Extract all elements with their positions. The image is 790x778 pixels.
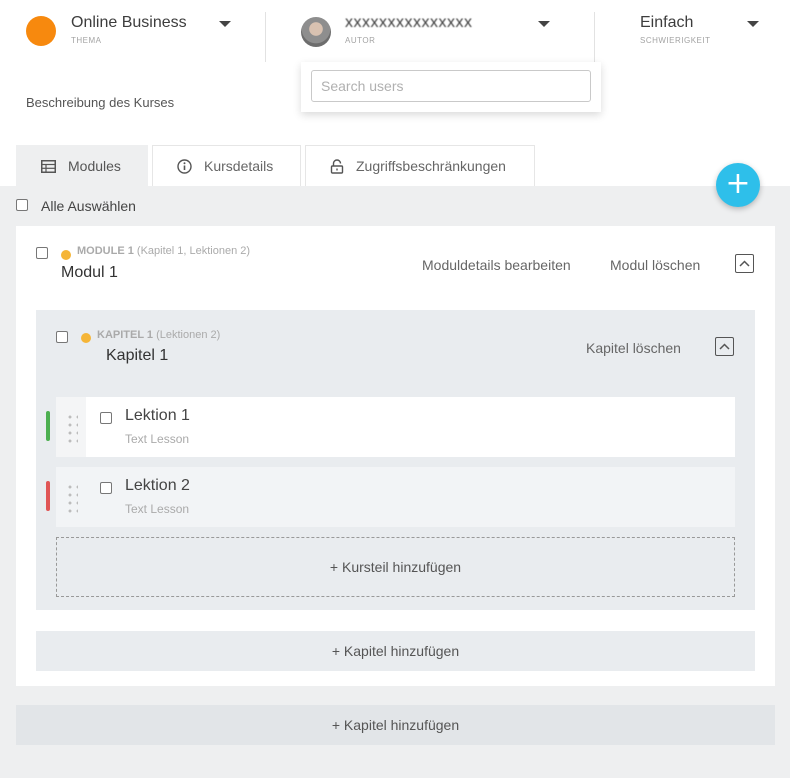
plus-icon: + bbox=[725, 166, 751, 201]
chapter-tag: KAPITEL 1 bbox=[97, 329, 154, 341]
lock-icon bbox=[330, 158, 344, 174]
course-description[interactable]: Beschreibung des Kurses bbox=[26, 95, 174, 110]
module-status-dot bbox=[61, 250, 71, 260]
chapter-status-dot bbox=[81, 333, 91, 343]
chapter-title[interactable]: Kapitel 1 bbox=[106, 347, 168, 365]
chapter-counts: (Lektionen 2) bbox=[156, 329, 221, 341]
lesson-type: Text Lesson bbox=[125, 432, 190, 446]
tab-zugriffsbeschraenkungen[interactable]: Zugriffsbeschränkungen bbox=[305, 145, 535, 186]
tab-kursdetails[interactable]: Kursdetails bbox=[152, 145, 301, 186]
theme-label: THEMA bbox=[71, 36, 102, 45]
lesson-type: Text Lesson bbox=[125, 502, 190, 516]
select-all-checkbox[interactable] bbox=[16, 199, 28, 211]
info-icon bbox=[177, 158, 192, 174]
avatar bbox=[301, 17, 331, 47]
theme-color-dot bbox=[26, 16, 56, 46]
table-icon bbox=[41, 159, 56, 173]
module-collapse-button[interactable] bbox=[735, 254, 754, 273]
lesson-item[interactable]: Lektion 2 Text Lesson bbox=[56, 467, 735, 527]
module-counts: (Kapitel 1, Lektionen 2) bbox=[136, 245, 251, 257]
user-search-dropdown bbox=[301, 62, 601, 112]
module-meta: MODULE 1 (Kapitel 1, Lektionen 2) bbox=[77, 245, 250, 257]
add-chapter-button[interactable]: + Kapitel hinzufügen bbox=[36, 631, 755, 671]
chapter-meta: KAPITEL 1 (Lektionen 2) bbox=[97, 329, 220, 341]
difficulty-value: Einfach bbox=[640, 14, 694, 31]
drag-dots-icon bbox=[66, 413, 78, 443]
add-course-part-button[interactable]: + Kursteil hinzufügen bbox=[56, 537, 735, 597]
add-module-button[interactable]: + bbox=[716, 163, 760, 207]
lesson-title: Lektion 2 bbox=[125, 477, 190, 494]
add-chapter-outer-button[interactable]: + Kapitel hinzufügen bbox=[16, 705, 775, 745]
author-label: AUTOR bbox=[345, 36, 376, 45]
chevron-up-icon bbox=[719, 343, 730, 350]
chapter-collapse-button[interactable] bbox=[715, 337, 734, 356]
difficulty-caret-icon[interactable] bbox=[747, 21, 759, 27]
select-all-label: Alle Auswählen bbox=[41, 198, 136, 214]
drag-handle[interactable] bbox=[56, 397, 86, 457]
course-header: Online Business THEMA xxxxxxxxxxxxxxx AU… bbox=[0, 0, 790, 62]
drag-dots-icon bbox=[66, 483, 78, 513]
chapter-checkbox[interactable] bbox=[56, 331, 68, 343]
module-title[interactable]: Modul 1 bbox=[61, 264, 118, 282]
drag-handle[interactable] bbox=[56, 467, 86, 527]
author-caret-icon[interactable] bbox=[538, 21, 550, 27]
divider bbox=[265, 12, 266, 62]
search-users-input[interactable] bbox=[311, 70, 591, 102]
theme-caret-icon[interactable] bbox=[219, 21, 231, 27]
lesson-status-bar bbox=[46, 411, 50, 441]
tab-label: Kursdetails bbox=[204, 158, 274, 174]
lesson-item[interactable]: Lektion 1 Text Lesson bbox=[56, 397, 735, 457]
module-tag: MODULE 1 bbox=[77, 245, 134, 257]
module-checkbox[interactable] bbox=[36, 247, 48, 259]
lesson-title: Lektion 1 bbox=[125, 407, 190, 424]
lesson-checkbox[interactable] bbox=[100, 482, 112, 494]
lesson-checkbox[interactable] bbox=[100, 412, 112, 424]
theme-value: Online Business bbox=[71, 14, 187, 31]
edit-module-details-button[interactable]: Moduldetails bearbeiten bbox=[422, 257, 571, 273]
tab-modules[interactable]: Modules bbox=[16, 145, 148, 186]
author-value: xxxxxxxxxxxxxxx bbox=[345, 14, 473, 31]
divider bbox=[594, 12, 595, 62]
delete-chapter-button[interactable]: Kapitel löschen bbox=[586, 340, 681, 356]
difficulty-select[interactable]: Einfach SCHWIERIGKEIT bbox=[640, 12, 760, 56]
author-select[interactable]: xxxxxxxxxxxxxxx AUTOR bbox=[345, 12, 545, 56]
tab-label: Modules bbox=[68, 158, 121, 174]
delete-module-button[interactable]: Modul löschen bbox=[610, 257, 700, 273]
difficulty-label: SCHWIERIGKEIT bbox=[640, 36, 711, 45]
lesson-status-bar bbox=[46, 481, 50, 511]
theme-select[interactable]: Online Business THEMA bbox=[71, 12, 241, 56]
chevron-up-icon bbox=[739, 260, 750, 267]
tab-label: Zugriffsbeschränkungen bbox=[356, 158, 506, 174]
